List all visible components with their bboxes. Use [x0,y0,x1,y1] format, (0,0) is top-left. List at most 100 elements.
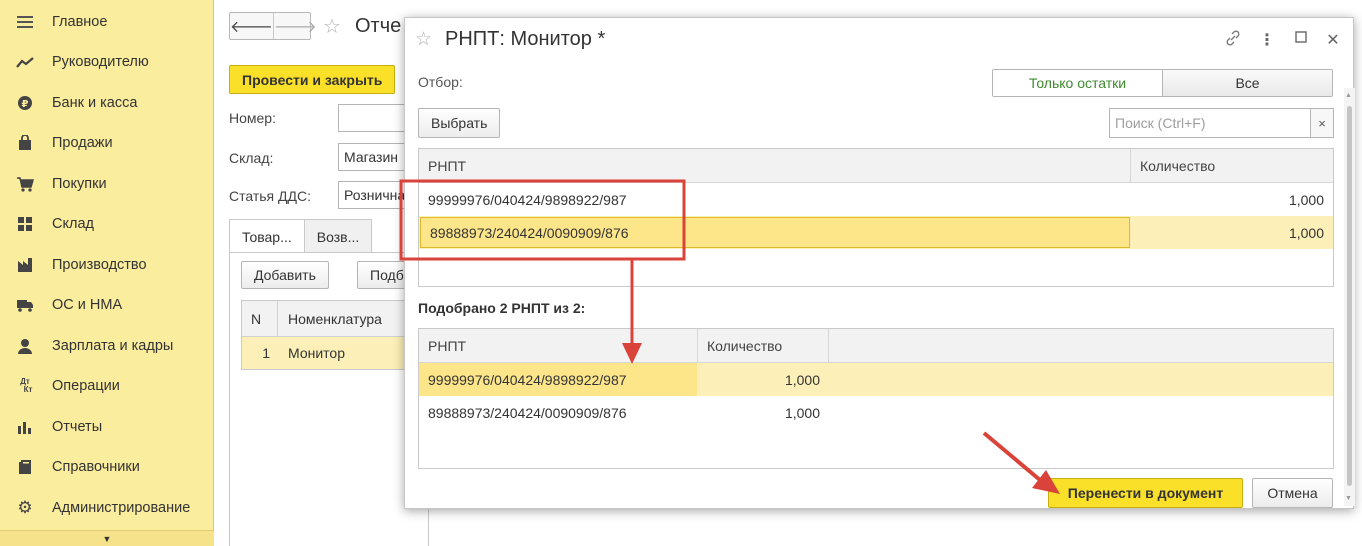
quantity-cell: 1,000 [1288,191,1324,208]
dialog-scrollbar[interactable]: ▲ ▼ [1344,88,1355,506]
sidebar-item-label: Производство [52,257,147,273]
book-icon [14,456,36,478]
table-row-selected[interactable]: 89888973/240424/0090909/876 1,000 [419,216,1333,249]
add-button[interactable]: Добавить [241,261,329,289]
sidebar-item-operations[interactable]: Дт Кт Операции [0,366,214,406]
table-row-selected[interactable]: 99999976/040424/9898922/987 1,000 [419,363,1333,396]
person-icon [14,335,36,357]
sidebar-item-label: Зарплата и кадры [52,338,174,354]
table-row[interactable]: 89888973/240424/0090909/876 1,000 [419,396,1333,429]
select-button[interactable]: Выбрать [418,108,501,138]
sidebar-item-manager[interactable]: Руководителю [0,42,214,82]
document-tabs: Товар... Возв... [229,219,373,253]
filter-label: Отбор: [418,74,463,90]
scroll-up-icon[interactable]: ▲ [1345,92,1352,99]
rnpt-cell: 89888973/240424/0090909/876 [428,404,627,421]
table-row[interactable]: 99999976/040424/9898922/987 1,000 [419,183,1333,216]
sidebar-item-label: Администрирование [52,500,191,516]
chevron-down-icon: ▼ [102,533,112,544]
cart-icon [14,173,36,195]
dialog-title: РНПТ: Монитор * [445,28,606,50]
link-icon[interactable] [1223,30,1243,51]
rnpt-dialog: ☆ РНПТ: Монитор * ⋮ ✕ ▲ ▼ Отбор: Только … [404,17,1355,509]
sidebar: Главное Руководителю ₽ Банк и касса Прод… [0,0,214,546]
post-and-close-button[interactable]: Провести и закрыть [229,65,396,94]
favorite-star-icon[interactable]: ☆ [415,28,432,51]
sidebar-item-bank[interactable]: ₽ Банк и касса [0,83,214,123]
only-balances-toggle[interactable]: Только остатки [993,70,1163,96]
debit-credit-icon: Дт Кт [20,377,33,394]
scrollbar-thumb[interactable] [1347,106,1352,486]
bar-chart-icon [14,416,36,438]
sidebar-item-purchases[interactable]: Покупки [0,164,214,204]
warehouse-icon [14,213,36,235]
row-nomenclature: Монитор [288,345,345,361]
quantity-cell: 1,000 [784,371,820,388]
sidebar-item-label: Покупки [52,176,107,192]
sidebar-item-fixed-assets[interactable]: ОС и НМА [0,285,214,325]
sidebar-item-label: Главное [52,14,108,30]
picked-count-label: Подобрано 2 РНПТ из 2: [418,300,586,316]
rnpt-picked-table: РНПТ Количество 99999976/040424/9898922/… [418,328,1334,469]
transfer-to-document-button[interactable]: Перенести в документ [1048,478,1243,508]
all-toggle[interactable]: Все [1163,70,1332,96]
column-header-quantity[interactable]: Количество [1131,149,1333,183]
column-header-quantity[interactable]: Количество [698,329,829,363]
sidebar-item-reports[interactable]: Отчеты [0,407,214,447]
filter-toggle: Только остатки Все [992,69,1333,97]
column-header-rnpt[interactable]: РНПТ [419,149,1131,183]
cancel-button[interactable]: Отмена [1252,478,1333,508]
row-number: 1 [262,345,270,361]
page-title: Отче [355,15,402,37]
more-menu-icon[interactable]: ⋮ [1257,30,1277,50]
shopping-bag-icon [14,132,36,154]
maximize-icon[interactable] [1291,30,1311,48]
sidebar-item-catalogs[interactable]: Справочники [0,447,214,487]
close-icon[interactable]: ✕ [1323,30,1343,50]
sidebar-item-salary[interactable]: Зарплата и кадры [0,326,214,366]
sidebar-item-label: ОС и НМА [52,297,123,313]
sidebar-item-label: Руководителю [52,54,149,70]
tab-goods[interactable]: Товар... [229,219,305,253]
gear-icon: ⚙ [17,498,33,517]
sidebar-item-warehouse[interactable]: Склад [0,204,214,244]
sidebar-item-label: Продажи [52,135,113,151]
ruble-coin-icon: ₽ [14,92,36,114]
clear-search-button[interactable]: × [1310,109,1333,137]
rnpt-available-table: РНПТ Количество 99999976/040424/9898922/… [418,148,1334,287]
favorite-star-icon[interactable]: ☆ [323,14,341,39]
sidebar-item-admin[interactable]: ⚙ Администрирование [0,488,214,528]
column-header-nomenclature[interactable]: Номенклатура [278,311,382,327]
sidebar-item-label: Операции [52,378,120,394]
sidebar-scroll-down[interactable]: ▼ [0,530,214,546]
table-row[interactable]: 1 Монитор [242,337,429,369]
sidebar-item-label: Отчеты [52,419,103,435]
menu-icon [14,11,36,33]
cashflow-item-label: Статья ДДС: [229,188,311,204]
rnpt-cell: 99999976/040424/9898922/987 [428,191,627,208]
quantity-cell: 1,000 [784,404,820,421]
factory-icon [14,254,36,276]
sidebar-item-main[interactable]: Главное [0,2,214,42]
search-input[interactable]: Поиск (Ctrl+F) [1110,109,1310,137]
nav-buttons: 🡐 🡒 [229,12,317,40]
column-header-rnpt[interactable]: РНПТ [419,329,698,363]
column-header-n[interactable]: N [242,300,278,337]
sidebar-item-label: Банк и касса [52,95,138,111]
forward-arrow-icon[interactable]: 🡒 [272,13,317,39]
goods-table: N Номенклатура 1 Монитор [241,300,429,370]
rnpt-cell: 99999976/040424/9898922/987 [419,363,697,396]
svg-text:₽: ₽ [22,99,29,110]
truck-icon [14,294,36,316]
trend-icon [14,51,36,73]
back-arrow-icon[interactable]: 🡐 [230,13,273,39]
scroll-down-icon[interactable]: ▼ [1345,495,1352,502]
sidebar-item-production[interactable]: Производство [0,245,214,285]
quantity-cell: 1,000 [1288,224,1324,241]
sidebar-item-label: Справочники [52,459,140,475]
rnpt-cell: 89888973/240424/0090909/876 [420,217,1130,248]
tab-returns[interactable]: Возв... [303,219,373,253]
tab-panel [229,252,429,546]
sidebar-item-sales[interactable]: Продажи [0,123,214,163]
warehouse-label: Склад: [229,150,274,166]
